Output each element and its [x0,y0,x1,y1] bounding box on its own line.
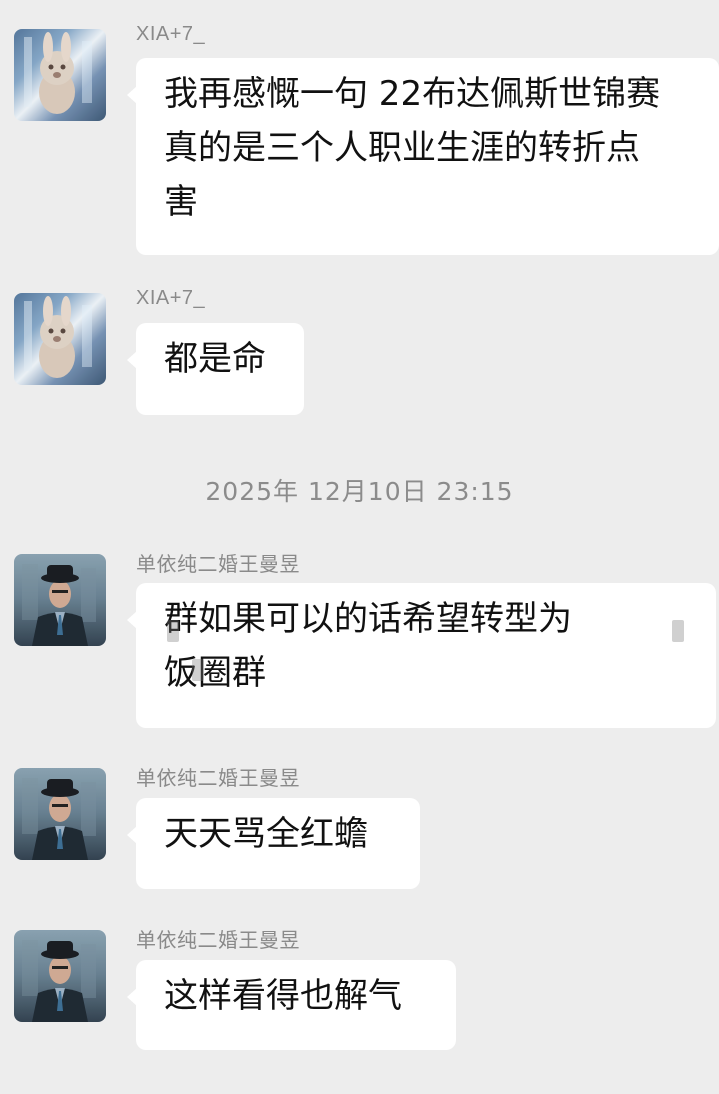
redaction-mark [192,659,204,681]
rabbit-avatar-icon[interactable] [14,293,106,385]
man-in-hat-avatar-art [22,778,96,860]
sender-name: 单依纯二婚王曼昱 [136,554,300,576]
sender-name: XIA+7_ [136,23,206,45]
sender-name: 单依纯二婚王曼昱 [136,930,300,952]
message-bubble[interactable]: 我再感慨一句 22布达佩斯世锦赛 真的是三个人职业生涯的转折点 害 [127,58,719,255]
chat-thread[interactable]: XIA+7_ 我再感慨一句 22布达佩斯世锦赛 真的是三个人职业生涯的转折点 害… [0,0,719,1094]
rabbit-avatar-icon[interactable] [14,29,106,121]
man-in-hat-avatar-art [22,564,96,646]
man-in-hat-avatar-art [22,940,96,1022]
man-in-hat-avatar-icon[interactable] [14,930,106,1022]
man-in-hat-avatar-icon[interactable] [14,554,106,646]
message-bubble[interactable]: 群如果可以的话希望转型为 饭圈群 [127,583,716,728]
message-bubble[interactable]: 都是命 [127,323,304,415]
rabbit-avatar-art [14,29,106,121]
sender-name: 单依纯二婚王曼昱 [136,768,300,790]
redaction-mark [672,620,684,642]
sender-name: XIA+7_ [136,287,206,309]
rabbit-avatar-art [14,293,106,385]
redaction-mark [167,620,179,642]
message-bubble[interactable]: 这样看得也解气 [127,960,456,1050]
timestamp: 2025年 12月10日 23:15 [205,477,514,506]
message-bubble[interactable]: 天天骂全红蟾 [127,798,420,889]
man-in-hat-avatar-icon[interactable] [14,768,106,860]
